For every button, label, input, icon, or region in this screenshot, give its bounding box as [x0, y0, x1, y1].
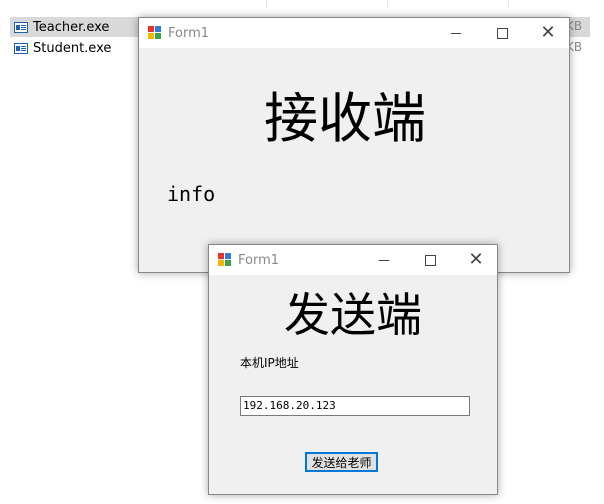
title-bar[interactable]: Form1 ✕: [209, 245, 497, 275]
send-to-teacher-button[interactable]: 发送给老师: [305, 452, 378, 472]
exe-file-icon: [14, 21, 28, 33]
close-button[interactable]: ✕: [453, 245, 499, 275]
minimize-icon: [451, 32, 461, 34]
column-header-name[interactable]: [0, 0, 267, 8]
sender-window[interactable]: Form1 ✕ 发送端 本机IP地址 192.168.20.123 发送给老师: [208, 244, 498, 495]
info-label: info: [167, 182, 216, 206]
ip-label: 本机IP地址: [240, 356, 299, 370]
minimize-button[interactable]: [361, 245, 407, 275]
close-button[interactable]: ✕: [525, 18, 571, 48]
window-title: Form1: [238, 252, 280, 268]
receiver-window[interactable]: Form1 ✕ 接收端 info: [138, 17, 570, 273]
maximize-button[interactable]: [407, 245, 453, 275]
maximize-icon: [496, 27, 508, 39]
title-bar[interactable]: Form1 ✕: [139, 18, 569, 48]
winforms-app-icon: [218, 253, 232, 267]
minimize-button[interactable]: [433, 18, 479, 48]
sender-heading: 发送端: [284, 288, 422, 342]
maximize-button[interactable]: [479, 18, 525, 48]
column-header-type[interactable]: [388, 0, 509, 8]
file-name: Student.exe: [33, 40, 112, 56]
exe-file-icon: [14, 42, 28, 54]
winforms-app-icon: [148, 26, 162, 40]
close-icon: ✕: [468, 249, 484, 270]
close-icon: ✕: [540, 22, 556, 43]
maximize-icon: [424, 254, 436, 266]
minimize-icon: [379, 259, 389, 261]
file-row-student[interactable]: Student.exe: [10, 38, 111, 58]
ip-address-input[interactable]: 192.168.20.123: [240, 396, 470, 416]
receiver-heading: 接收端: [264, 87, 426, 150]
file-name: Teacher.exe: [33, 19, 110, 35]
window-title: Form1: [168, 25, 210, 41]
column-header-date[interactable]: [267, 0, 388, 8]
